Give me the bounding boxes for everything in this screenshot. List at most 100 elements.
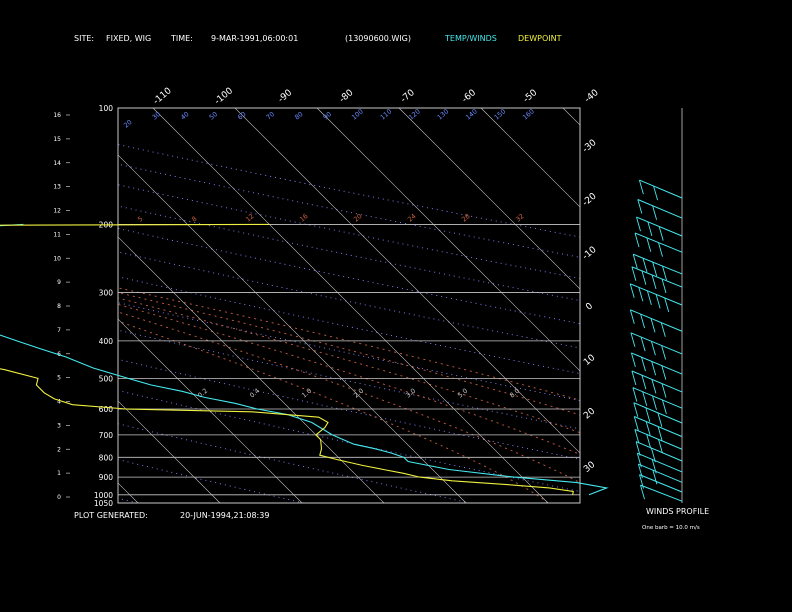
isotherm-line bbox=[118, 400, 221, 503]
top-temp-label: -50 bbox=[522, 88, 540, 105]
mid-level-label: 5.0 bbox=[456, 387, 469, 400]
mixing-ratio-label: 110 bbox=[379, 107, 394, 121]
top-temp-label: -110 bbox=[152, 86, 174, 107]
wind-barb-flag bbox=[641, 356, 646, 372]
mixing-ratio-label: 20 bbox=[122, 118, 133, 129]
wind-barb-flag bbox=[650, 318, 656, 333]
wind-barb-flag bbox=[660, 322, 666, 337]
wind-barb-flag bbox=[637, 463, 643, 479]
wind-barb-flag bbox=[640, 484, 645, 500]
top-temp-label: -40 bbox=[583, 88, 601, 105]
wind-barb-flag bbox=[638, 179, 644, 195]
wind-barb-flag bbox=[638, 287, 644, 302]
mixing-ratio-label: 80 bbox=[293, 110, 304, 121]
theta-label: 5 bbox=[136, 215, 144, 224]
height-label: 13 bbox=[53, 184, 61, 191]
wind-barb-flag bbox=[634, 232, 640, 248]
dry-adiabat-line bbox=[118, 251, 580, 349]
height-label: 1 bbox=[57, 470, 61, 477]
temperature-line bbox=[0, 223, 609, 496]
wind-profile bbox=[629, 108, 683, 503]
wind-barb-flag bbox=[639, 474, 644, 489]
wind-barb-shaft bbox=[637, 452, 683, 473]
pressure-label: 800 bbox=[99, 453, 114, 462]
height-label: 14 bbox=[53, 160, 61, 167]
theta-label: 8 bbox=[190, 215, 198, 224]
mixing-ratio-label: 160 bbox=[521, 107, 536, 121]
height-label: 9 bbox=[57, 279, 61, 286]
wind-barb-flag bbox=[632, 254, 638, 269]
wind-barb-flag bbox=[658, 242, 663, 257]
right-temp-label: 0 bbox=[584, 301, 595, 313]
mid-level-label: 1.0 bbox=[300, 387, 313, 400]
mixing-ratio-label: 90 bbox=[322, 110, 333, 121]
isotherm-line bbox=[118, 154, 467, 503]
pressure-label: 100 bbox=[99, 104, 114, 113]
site-label: SITE: bbox=[74, 34, 94, 43]
height-label: 12 bbox=[53, 208, 61, 215]
winds-profile-title: WINDS PROFILE bbox=[646, 507, 709, 516]
isotherm-line bbox=[118, 482, 139, 503]
wind-barb-flag bbox=[653, 185, 659, 201]
wind-barb-flag bbox=[645, 407, 651, 422]
wind-barb-flag bbox=[632, 387, 638, 402]
isobar-lines bbox=[118, 107, 580, 504]
wind-barb-flag bbox=[658, 226, 664, 241]
dry-adiabat-line bbox=[118, 227, 580, 325]
wind-barb-flag bbox=[662, 265, 667, 281]
site-value: FIXED, WIG bbox=[106, 34, 151, 43]
legend-dew: DEWPOINT bbox=[518, 34, 562, 43]
isotherm-line bbox=[398, 108, 580, 290]
wind-barb-flag bbox=[631, 266, 637, 281]
wind-barb-flag bbox=[651, 274, 657, 290]
isotherm-line bbox=[562, 108, 580, 126]
wind-barb-shaft bbox=[631, 370, 683, 393]
wind-barb-flag bbox=[640, 313, 646, 329]
wind-barb-flag bbox=[641, 270, 647, 285]
legend-temp: TEMP/WINDS bbox=[444, 34, 497, 43]
pressure-label: 1050 bbox=[94, 499, 113, 508]
wind-barb-flag bbox=[661, 365, 667, 380]
plot-frame bbox=[117, 107, 581, 504]
isotherm-line bbox=[152, 108, 549, 503]
dry-adiabat-line bbox=[118, 302, 580, 401]
wind-barb-flag bbox=[630, 332, 636, 347]
wind-barb-flag bbox=[636, 453, 642, 468]
mixing-ratio-label: 70 bbox=[265, 110, 276, 121]
wind-barb-flag bbox=[641, 375, 647, 390]
dry-adiabat-line bbox=[118, 144, 580, 238]
top-temp-label: -60 bbox=[460, 88, 478, 105]
right-temp-label: -30 bbox=[581, 138, 599, 155]
right-temp-label: 10 bbox=[582, 353, 597, 368]
wind-barb-flag bbox=[661, 383, 667, 398]
mixing-ratio-label: 30 bbox=[151, 110, 162, 121]
dry-adiabat-line bbox=[118, 390, 580, 492]
dry-adiabat-line bbox=[118, 329, 580, 430]
height-label: 5 bbox=[57, 375, 61, 382]
dry-adiabat-line bbox=[118, 459, 304, 503]
wind-barb-flag bbox=[630, 352, 636, 368]
right-temp-label: 30 bbox=[582, 460, 597, 475]
top-temp-label: -100 bbox=[213, 86, 235, 107]
height-label: 3 bbox=[57, 422, 61, 429]
adiabat-lines bbox=[118, 144, 580, 503]
pressure-label: 900 bbox=[99, 473, 114, 482]
wind-barb-flag bbox=[646, 290, 652, 306]
wind-barb-shaft bbox=[631, 266, 683, 288]
mixing-ratio-label: 140 bbox=[464, 107, 479, 121]
winds-barb-note: One barb = 10.0 m/s bbox=[642, 525, 700, 531]
wind-barb-shaft bbox=[638, 463, 683, 483]
dewpoint-line bbox=[0, 223, 574, 495]
mixing-ratio-label: 150 bbox=[493, 107, 508, 121]
height-label: 8 bbox=[57, 303, 61, 310]
theta-label: 24 bbox=[406, 212, 417, 223]
grid-layer bbox=[118, 107, 580, 504]
wind-barb-flag bbox=[657, 412, 663, 428]
wind-barb-shaft bbox=[630, 309, 683, 332]
wind-barb-flag bbox=[661, 278, 667, 294]
wind-barb-flag bbox=[661, 399, 667, 415]
wind-barb-flag bbox=[637, 199, 643, 214]
wind-barb-flag bbox=[651, 379, 657, 394]
mixing-ratio-label: 60 bbox=[236, 110, 247, 121]
height-label: 11 bbox=[53, 231, 61, 238]
